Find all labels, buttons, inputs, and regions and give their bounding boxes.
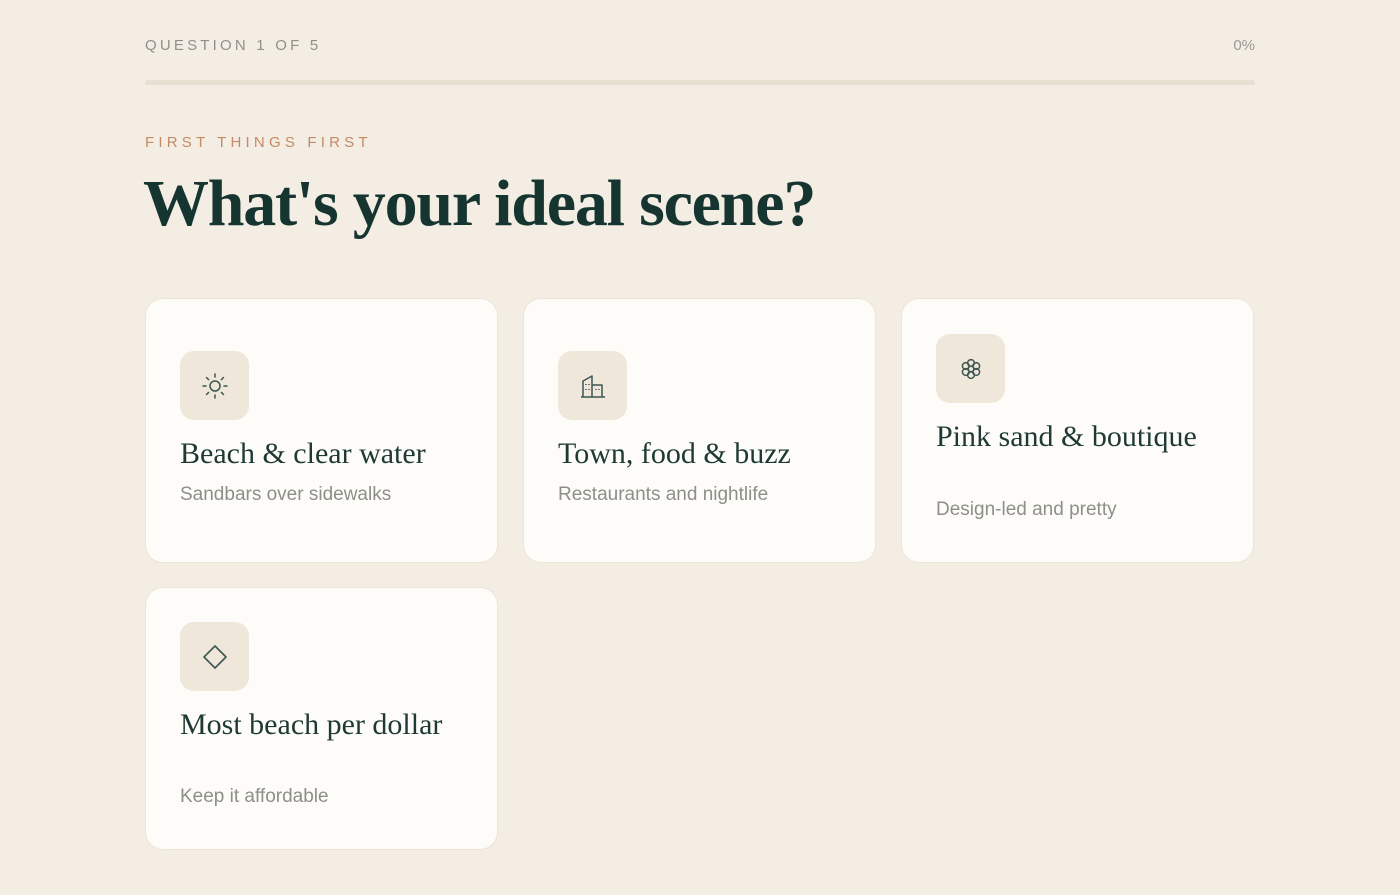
option-icon-tile: [558, 351, 627, 420]
question-counter: QUESTION 1 OF 5: [145, 37, 322, 54]
option-card-affordable[interactable]: Most beach per dollar Keep it affordable: [145, 587, 498, 850]
option-subtitle: Sandbars over sidewalks: [180, 484, 392, 505]
option-title: Most beach per dollar: [180, 708, 443, 741]
option-card-pink-sand[interactable]: Pink sand & boutique Design-led and pret…: [901, 298, 1254, 563]
option-card-town[interactable]: Town, food & buzz Restaurants and nightl…: [523, 298, 876, 563]
question-title: What's your ideal scene?: [143, 167, 816, 240]
option-subtitle: Restaurants and nightlife: [558, 484, 769, 505]
option-icon-tile: [936, 334, 1005, 403]
option-icon-tile: [180, 622, 249, 691]
option-icon-tile: [180, 351, 249, 420]
flower-icon: [961, 358, 980, 379]
diamond-icon: [202, 644, 227, 669]
progress-header: QUESTION 1 OF 5 0%: [145, 37, 1255, 59]
building-icon: [580, 374, 605, 398]
progress-bar: [145, 80, 1255, 85]
option-title: Pink sand & boutique: [936, 420, 1197, 453]
option-title: Beach & clear water: [180, 437, 426, 470]
sun-icon: [201, 372, 228, 399]
option-card-beach[interactable]: Beach & clear water Sandbars over sidewa…: [145, 298, 498, 563]
question-eyebrow: FIRST THINGS FIRST: [145, 134, 372, 151]
option-subtitle: Keep it affordable: [180, 786, 329, 807]
progress-percent: 0%: [1233, 37, 1255, 54]
option-title: Town, food & buzz: [558, 437, 791, 470]
option-subtitle: Design-led and pretty: [936, 499, 1117, 520]
